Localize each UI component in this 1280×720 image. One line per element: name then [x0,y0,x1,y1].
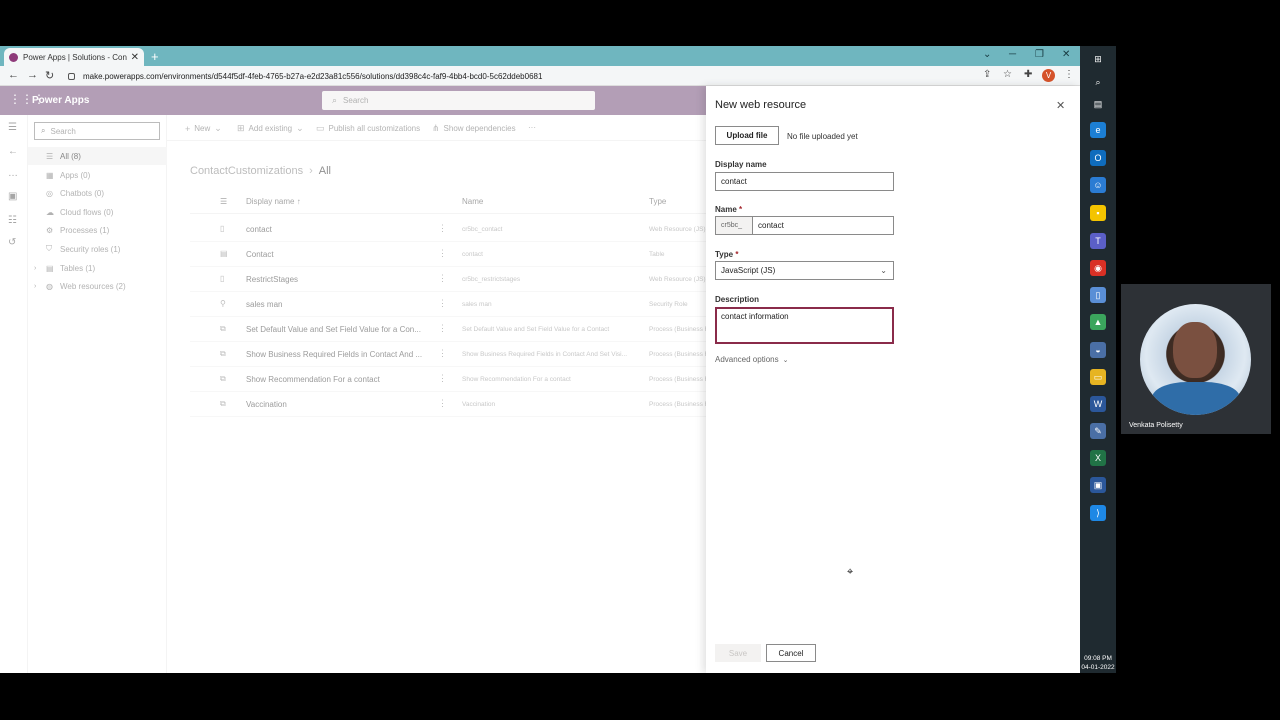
display-name-label: Display name [715,160,767,169]
tab-title: Power Apps | Solutions - Contact [23,52,127,62]
new-tab-icon[interactable]: + [151,49,159,64]
taskbar-clock[interactable]: 09:08 PM 04-01-2022 [1080,654,1116,672]
restore-icon[interactable]: ❐ [1035,49,1044,60]
edge-icon[interactable]: e [1090,122,1106,138]
tab-close-icon[interactable]: ✕ [131,52,139,63]
paint-icon[interactable]: ✎ [1090,423,1106,439]
sticky-notes-icon[interactable]: ▪ [1090,205,1106,221]
windows-taskbar: ⊞ ⌕ ▤ e O ☺ ▪ T ◉ ▯ ▲ ◒ ▭ W ✎ X ▣ ⟩ [1080,46,1116,673]
webcam-overlay: Venkata Polisetty [1121,284,1271,434]
upload-status: No file uploaded yet [787,132,858,141]
address-bar: ← → ↻ make.powerapps.com/environments/d5… [0,66,1080,86]
name-label: Name * [715,205,742,214]
lock-icon [68,72,75,80]
browser-window: Power Apps | Solutions - Contact ✕ + ⌄ ─… [0,46,1080,673]
browser-tab[interactable]: Power Apps | Solutions - Contact ✕ [4,48,144,66]
presenter-shirt [1152,382,1240,415]
file-explorer-icon[interactable]: ▭ [1090,369,1106,385]
required-mark: * [739,205,743,214]
new-web-resource-panel: New web resource ✕ Upload file No file u… [706,86,1080,673]
teams-icon[interactable]: T [1090,233,1106,249]
presenter-name: Venkata Polisetty [1129,422,1183,429]
task-view-icon[interactable]: ▤ [1090,96,1106,112]
url-field[interactable]: make.powerapps.com/environments/d544f5df… [62,68,962,84]
app-icon[interactable]: ◒ [1090,342,1106,358]
back-icon[interactable]: ← [8,69,19,81]
tab-search-icon[interactable]: ⌄ [983,49,991,60]
type-label: Type * [715,250,738,259]
reload-icon[interactable]: ↻ [45,69,54,82]
panel-title: New web resource [715,99,807,111]
people-icon[interactable]: ☺ [1090,177,1106,193]
vscode-icon[interactable]: ⟩ [1090,505,1106,521]
remote-desktop-icon[interactable]: ▣ [1090,477,1106,493]
tab-bar: Power Apps | Solutions - Contact ✕ + ⌄ ─… [0,46,1080,66]
search-icon[interactable]: ⌕ [1090,74,1106,90]
chrome-icon[interactable]: ◉ [1090,260,1106,276]
window-close-icon[interactable]: ✕ [1062,49,1070,60]
chevron-down-icon: ⌄ [782,356,789,364]
publisher-prefix: cr5bc_ [715,216,753,235]
mouse-cursor-icon: ⌖ [847,566,854,578]
type-selected-value: JavaScript (JS) [721,266,776,275]
screen: Power Apps | Solutions - Contact ✕ + ⌄ ─… [0,0,1280,720]
advanced-options-toggle[interactable]: Advanced options ⌄ [715,355,788,364]
forward-icon[interactable]: → [27,69,38,81]
powerapps-favicon-icon [9,52,18,62]
minimize-icon[interactable]: ─ [1009,49,1016,60]
photos-icon[interactable]: ▲ [1090,314,1106,330]
close-icon[interactable]: ✕ [1056,99,1065,112]
advanced-options-label: Advanced options [715,355,779,364]
name-label-text: Name [715,205,737,214]
windows-start-icon[interactable]: ⊞ [1090,51,1106,67]
url-text: make.powerapps.com/environments/d544f5df… [83,71,543,81]
chevron-down-icon: ⌄ [880,266,887,275]
presenter-face [1173,322,1217,378]
name-field[interactable] [752,216,894,235]
outlook-icon[interactable]: O [1090,150,1106,166]
bookmark-star-icon[interactable]: ☆ [1003,69,1012,80]
description-field[interactable]: contact information [715,307,894,344]
share-icon[interactable]: ⇪ [983,69,991,80]
type-label-text: Type [715,250,734,259]
profile-avatar[interactable]: V [1042,69,1055,82]
upload-file-button[interactable]: Upload file [715,126,779,145]
clock-date: 04-01-2022 [1081,664,1115,671]
power-apps-app: ⋮⋮⋮ Power Apps ⌕ Search ☰ ← … ▣ ☷ ↺ ⌕ Se… [0,86,1080,673]
notepad-icon[interactable]: ▯ [1090,287,1106,303]
cancel-button[interactable]: Cancel [766,644,816,662]
clock-time: 09:08 PM [1084,655,1112,662]
description-label: Description [715,295,760,304]
browser-menu-icon[interactable]: ⋮ [1064,69,1074,80]
display-name-field[interactable] [715,172,894,191]
type-dropdown[interactable]: JavaScript (JS) ⌄ [715,261,894,280]
presenter-photo [1140,304,1251,415]
excel-icon[interactable]: X [1090,450,1106,466]
word-icon[interactable]: W [1090,396,1106,412]
modal-overlay[interactable] [0,86,706,673]
save-button[interactable]: Save [715,644,761,662]
extensions-icon[interactable]: ✚ [1024,69,1032,80]
required-mark: * [735,250,739,259]
